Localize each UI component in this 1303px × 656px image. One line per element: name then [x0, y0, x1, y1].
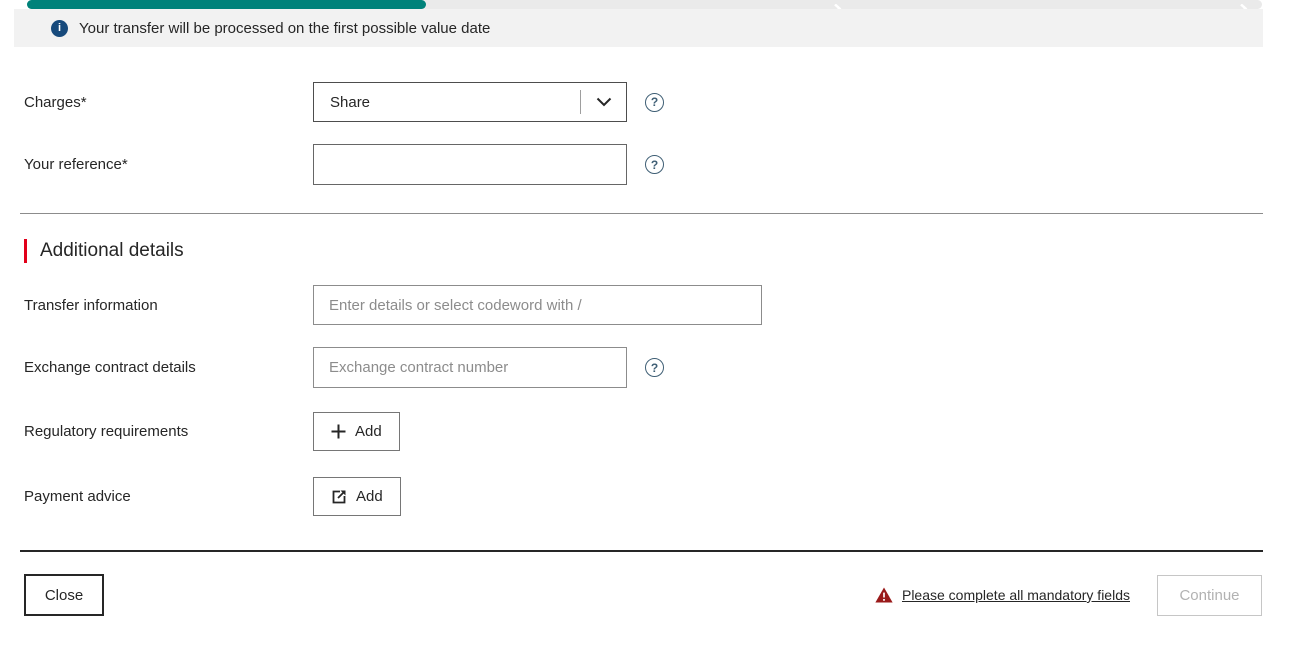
external-link-icon [331, 489, 347, 505]
progress-step-separator-icon [1238, 0, 1248, 9]
info-banner: i Your transfer will be processed on the… [14, 9, 1263, 47]
plus-icon [331, 424, 346, 439]
charges-label: Charges* [24, 94, 313, 111]
exchange-contract-help-icon[interactable]: ? [645, 358, 664, 377]
charges-selected-value: Share [314, 94, 580, 111]
footer: Close Please complete all mandatory fiel… [24, 574, 1262, 616]
exchange-contract-label: Exchange contract details [24, 359, 313, 376]
info-banner-message: Your transfer will be processed on the f… [79, 20, 490, 37]
your-reference-input[interactable] [313, 144, 627, 185]
warning-icon [875, 587, 893, 603]
section-title: Additional details [40, 240, 184, 262]
payment-advice-label: Payment advice [24, 488, 313, 505]
exchange-contract-input[interactable] [313, 347, 627, 388]
section-divider [20, 213, 1263, 214]
charges-dropdown[interactable]: Share [313, 82, 627, 122]
additional-details-heading: Additional details [24, 239, 184, 263]
progress-bar-fill [27, 0, 426, 9]
transfer-form-page: i Your transfer will be processed on the… [0, 0, 1303, 656]
chevron-down-icon [581, 97, 626, 107]
add-button-label: Add [355, 423, 382, 440]
continue-button[interactable]: Continue [1157, 575, 1262, 616]
regulatory-requirements-row: Regulatory requirements Add [24, 412, 400, 451]
mandatory-fields-link[interactable]: Please complete all mandatory fields [902, 587, 1130, 603]
charges-help-icon[interactable]: ? [645, 93, 664, 112]
transfer-information-row: Transfer information [24, 285, 762, 325]
payment-advice-row: Payment advice Add [24, 477, 401, 516]
transfer-information-label: Transfer information [24, 297, 313, 314]
regulatory-requirements-label: Regulatory requirements [24, 423, 313, 440]
add-button-label: Add [356, 488, 383, 505]
footer-divider [20, 550, 1263, 552]
validation-warning: Please complete all mandatory fields [875, 587, 1130, 603]
close-button[interactable]: Close [24, 574, 104, 616]
info-icon: i [51, 20, 68, 37]
your-reference-help-icon[interactable]: ? [645, 155, 664, 174]
transfer-information-input[interactable] [313, 285, 762, 325]
exchange-contract-row: Exchange contract details ? [24, 347, 664, 388]
charges-row: Charges* Share ? [24, 82, 664, 122]
heading-accent-bar [24, 239, 27, 263]
your-reference-row: Your reference* ? [24, 144, 664, 185]
your-reference-label: Your reference* [24, 156, 313, 173]
progress-bar [27, 0, 1262, 9]
payment-advice-add-button[interactable]: Add [313, 477, 401, 516]
progress-step-separator-icon [832, 0, 842, 9]
regulatory-requirements-add-button[interactable]: Add [313, 412, 400, 451]
